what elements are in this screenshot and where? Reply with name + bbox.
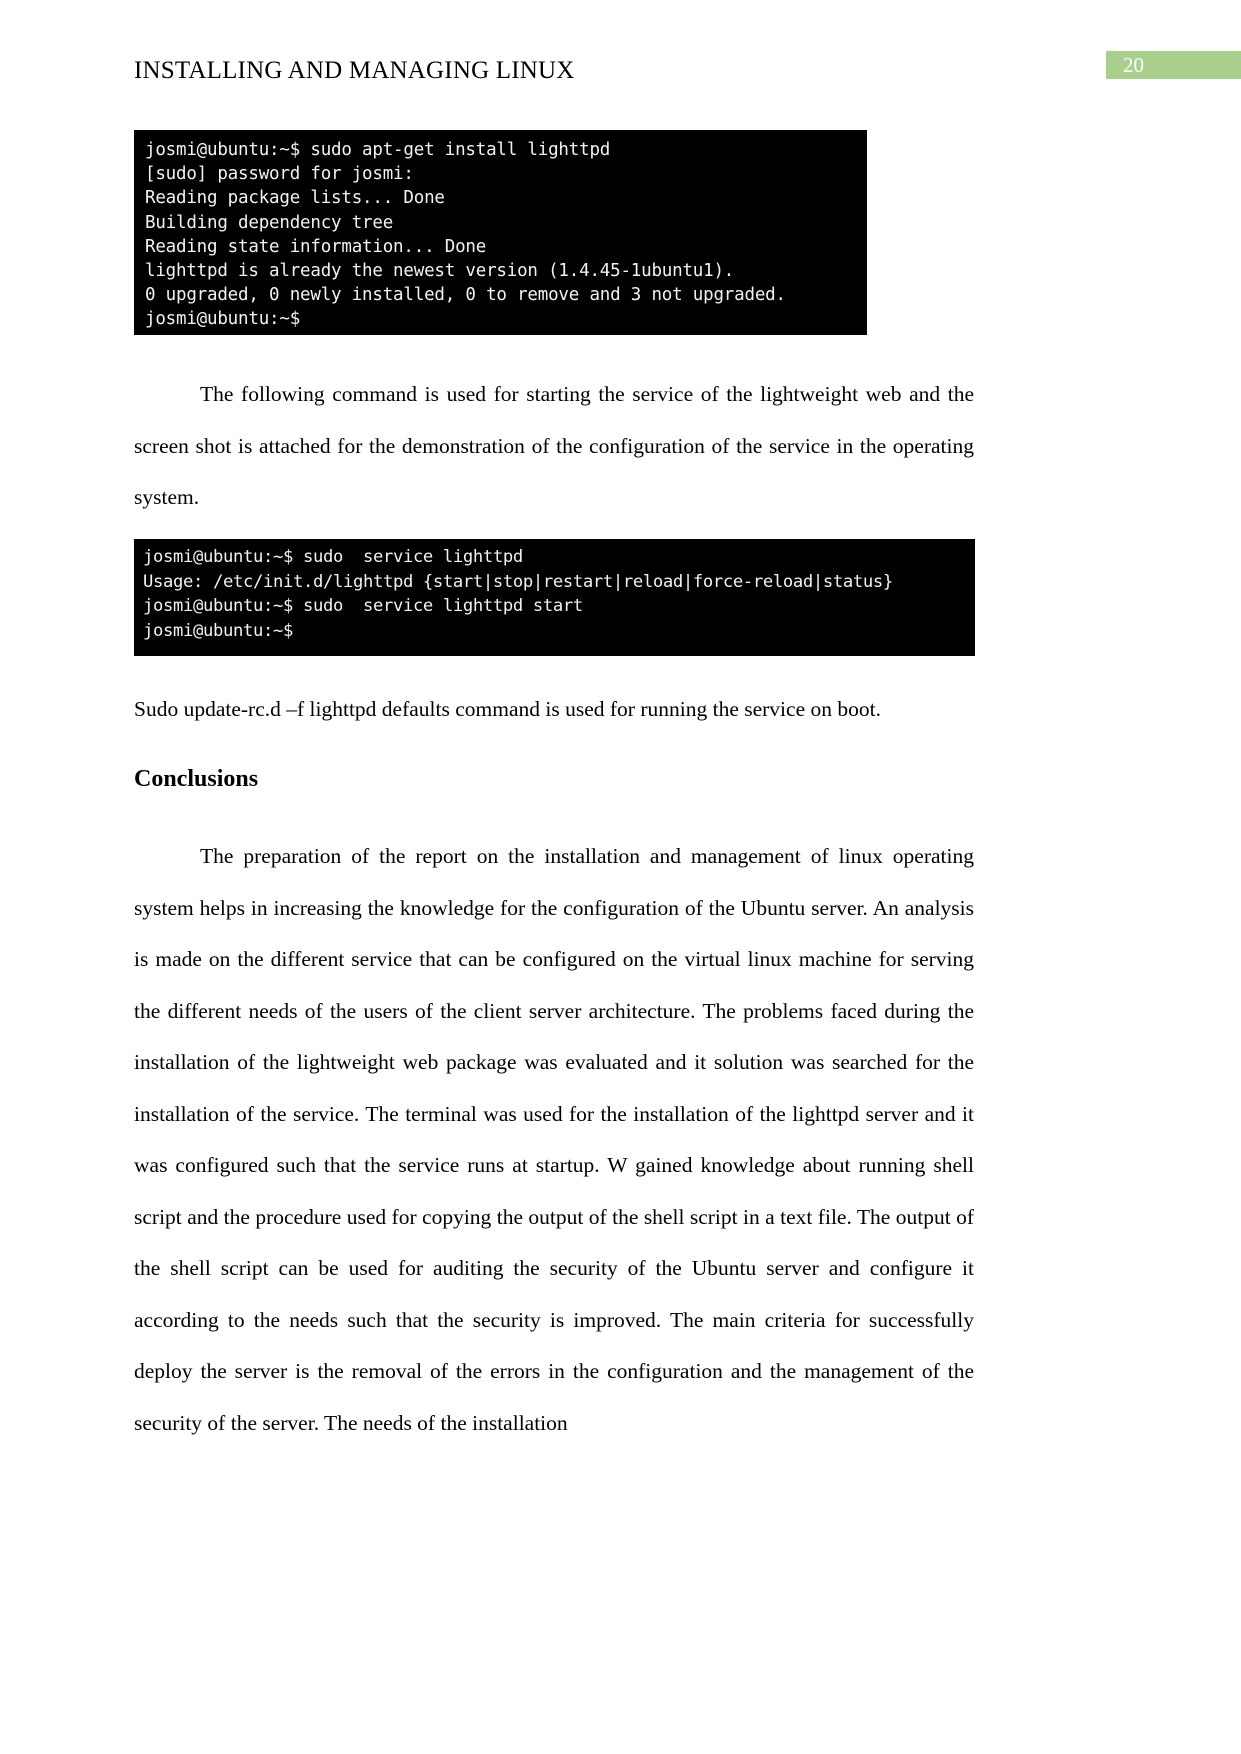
paragraph-following-command: The following command is used for starti… <box>134 382 974 509</box>
page-title: INSTALLING AND MANAGING LINUX <box>134 57 575 84</box>
terminal-line: josmi@ubuntu:~$ sudo apt-get install lig… <box>145 140 611 160</box>
document-page: INSTALLING AND MANAGING LINUX 20 josmi@u… <box>0 0 1241 1754</box>
page-number-badge: 20 <box>1106 51 1241 79</box>
terminal-line: [sudo] password for josmi: <box>145 164 414 185</box>
page-header: INSTALLING AND MANAGING LINUX 20 <box>0 51 1241 95</box>
terminal-line: Reading state information... Done <box>145 236 487 257</box>
paragraph-sudo-update-rcd: Sudo update-rc.d –f lighttpd defaults co… <box>134 697 881 721</box>
paragraph-conclusion: The preparation of the report on the ins… <box>134 844 974 1435</box>
terminal-line: 0 upgraded, 0 newly installed, 0 to remo… <box>145 285 786 306</box>
terminal-line: josmi@ubuntu:~$ sudo service lighttpd <box>143 547 523 567</box>
terminal-line: josmi@ubuntu:~$ <box>145 309 301 330</box>
terminal-line: lighttpd is already the newest version (… <box>145 261 735 282</box>
terminal-line: josmi@ubuntu:~$ <box>143 620 293 641</box>
terminal-line: Usage: /etc/init.d/lighttpd {start|stop|… <box>143 571 893 592</box>
page-number: 20 <box>1123 53 1144 77</box>
terminal-line: Reading package lists... Done <box>145 188 445 209</box>
terminal-screenshot-service-lighttpd: josmi@ubuntu:~$ sudo service lighttpd Us… <box>134 539 975 656</box>
terminal-line: Building dependency tree <box>145 212 394 233</box>
section-heading-conclusions: Conclusions <box>134 766 259 792</box>
terminal-screenshot-apt-get-install: josmi@ubuntu:~$ sudo apt-get install lig… <box>134 130 867 335</box>
terminal-line: josmi@ubuntu:~$ sudo service lighttpd st… <box>143 596 583 616</box>
